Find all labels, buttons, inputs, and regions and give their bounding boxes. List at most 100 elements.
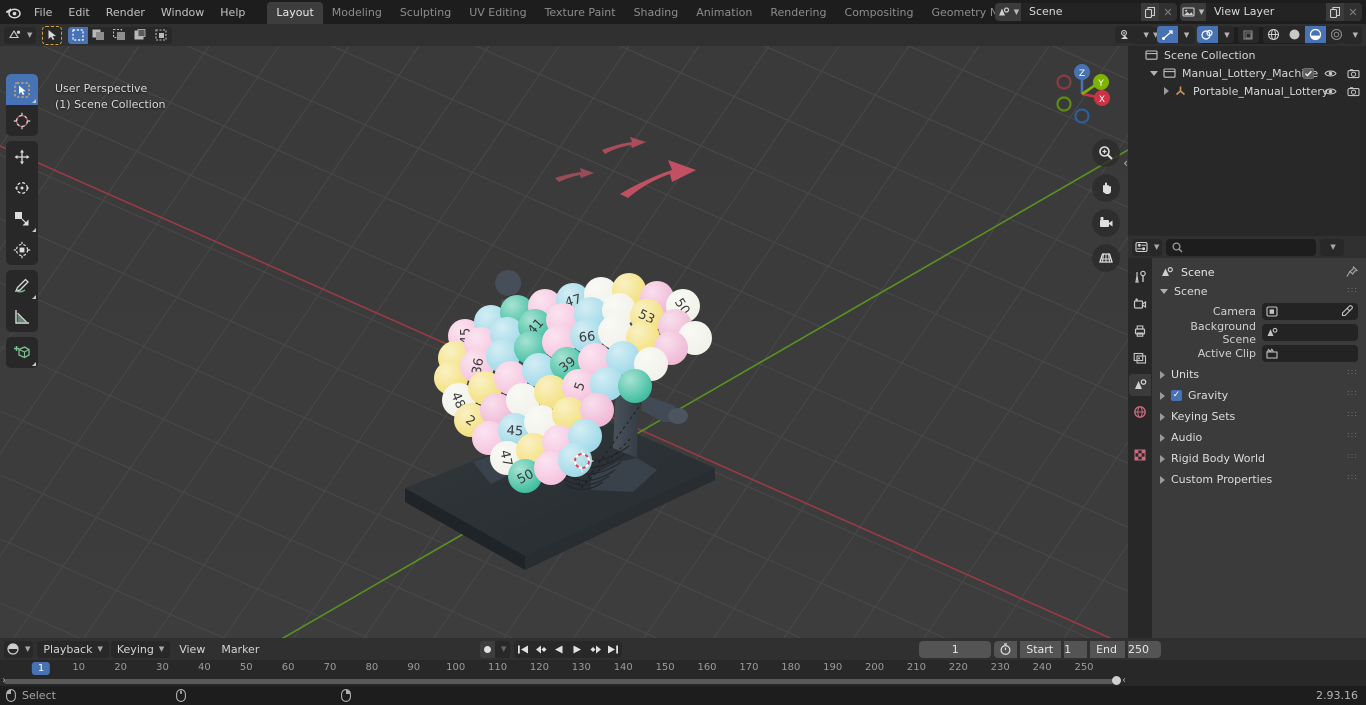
xray-icon[interactable] bbox=[1238, 26, 1259, 43]
menu-help[interactable]: Help bbox=[212, 3, 253, 22]
chevron-right-icon[interactable] bbox=[1160, 433, 1165, 442]
chevron-down-icon[interactable]: ▼ bbox=[1178, 26, 1193, 43]
current-frame-field[interactable]: 1 bbox=[919, 640, 992, 658]
chevron-down-icon[interactable]: ▼ bbox=[1218, 26, 1233, 43]
outliner-editor[interactable]: ▼ ▼ ▼ Scene Collection Manual_Lottery_Mac… bbox=[1128, 24, 1366, 236]
chevron-right-icon[interactable] bbox=[1160, 454, 1165, 463]
panel-checkbox[interactable]: ✓ bbox=[1171, 390, 1182, 401]
blender-logo-icon[interactable] bbox=[0, 0, 26, 24]
eyedropper-icon[interactable] bbox=[1341, 305, 1353, 317]
wireframe-shading-icon[interactable] bbox=[1263, 26, 1284, 43]
tweak-tool[interactable] bbox=[6, 74, 38, 105]
pan-hand-icon[interactable] bbox=[1092, 174, 1120, 202]
workspace-tab-texture-paint[interactable]: Texture Paint bbox=[536, 2, 625, 24]
select-extend-icon[interactable] bbox=[88, 27, 109, 44]
eye-icon[interactable] bbox=[1324, 68, 1337, 79]
xray-group[interactable] bbox=[1237, 26, 1259, 43]
next-keyframe-icon[interactable] bbox=[586, 641, 604, 658]
object-types-visibility-icon[interactable] bbox=[1115, 26, 1137, 43]
gizmo-group[interactable]: ▼ bbox=[1156, 26, 1194, 43]
overlays-group[interactable]: ▼ bbox=[1197, 26, 1234, 43]
object-visibility-group[interactable]: ▼ bbox=[1115, 26, 1153, 43]
menu-edit[interactable]: Edit bbox=[60, 3, 97, 22]
rendered-shading-icon[interactable] bbox=[1326, 26, 1347, 43]
toggle-perspective-icon[interactable] bbox=[1092, 244, 1120, 272]
panel-audio[interactable]: Audio::: bbox=[1152, 427, 1366, 448]
add-cube-tool[interactable] bbox=[6, 337, 38, 368]
shading-modes-group[interactable]: ▼ bbox=[1262, 26, 1362, 43]
unlink-scene-button[interactable]: ✕ bbox=[1159, 3, 1177, 21]
panel-units[interactable]: Units::: bbox=[1152, 364, 1366, 385]
collapse-timeline-icon[interactable]: › bbox=[2, 675, 6, 686]
scene-field-input[interactable] bbox=[1262, 345, 1358, 362]
menu-window[interactable]: Window bbox=[153, 3, 212, 22]
play-reverse-icon[interactable] bbox=[550, 641, 568, 658]
cursor-tool[interactable] bbox=[6, 105, 38, 136]
menu-render[interactable]: Render bbox=[98, 3, 153, 22]
play-icon[interactable] bbox=[568, 641, 586, 658]
record-dot-icon[interactable] bbox=[480, 640, 495, 658]
chevron-down-icon[interactable]: ▼ bbox=[495, 641, 510, 658]
panel-rigid-body-world[interactable]: Rigid Body World::: bbox=[1152, 448, 1366, 469]
panel-scene[interactable]: Scene ::: bbox=[1152, 282, 1366, 301]
outliner-tree[interactable]: Scene Collection Manual_Lottery_Machine Po… bbox=[1128, 46, 1366, 100]
scene-name-field[interactable]: Scene bbox=[1021, 3, 1141, 21]
timeline-menu-view[interactable]: View bbox=[172, 641, 212, 658]
properties-editor[interactable]: ▼ ▼ Scene Scene::: Camera Background Sc… bbox=[1128, 236, 1366, 678]
timeline-scrollbar[interactable] bbox=[4, 679, 1114, 684]
properties-search-input[interactable] bbox=[1166, 238, 1317, 256]
zoom-icon[interactable] bbox=[1092, 139, 1120, 167]
properties-tab-column[interactable] bbox=[1128, 258, 1152, 678]
outliner-row[interactable]: Scene Collection bbox=[1128, 46, 1366, 64]
remove-viewlayer-button[interactable]: ✕ bbox=[1344, 3, 1362, 21]
annotate-tool[interactable] bbox=[6, 270, 38, 301]
render-camera-icon[interactable] bbox=[1129, 293, 1151, 315]
scene-field-input[interactable] bbox=[1262, 324, 1358, 341]
select-invert-icon[interactable] bbox=[130, 27, 151, 44]
checkbox-icon[interactable] bbox=[1303, 67, 1314, 79]
chevron-right-icon[interactable] bbox=[1160, 412, 1165, 421]
navigation-gizmo[interactable]: Z X Y bbox=[1044, 56, 1120, 132]
material-preview-shading-icon[interactable] bbox=[1304, 26, 1326, 43]
scene-icon[interactable]: ▼ bbox=[995, 3, 1021, 21]
workspace-tab-uv-editing[interactable]: UV Editing bbox=[460, 2, 535, 24]
properties-editor-icon[interactable]: ▼ bbox=[1132, 238, 1163, 256]
lottery-machine-model[interactable]: 45475041533666483925454750 bbox=[395, 226, 735, 586]
viewlayer-name-field[interactable]: View Layer bbox=[1206, 3, 1326, 21]
transform-tool[interactable] bbox=[6, 234, 38, 265]
tool-wrench-icon[interactable] bbox=[1129, 266, 1151, 288]
transport-controls[interactable] bbox=[514, 640, 623, 658]
new-viewlayer-button[interactable] bbox=[1326, 3, 1344, 21]
start-frame-value[interactable]: 1 bbox=[1064, 640, 1088, 658]
timeline-editor-icon[interactable]: ▼ bbox=[4, 640, 34, 658]
previous-keyframe-icon[interactable] bbox=[532, 641, 550, 658]
select-set-icon[interactable] bbox=[68, 26, 89, 44]
outliner-row[interactable]: Portable_Manual_Lottery bbox=[1128, 82, 1366, 100]
scene-selector[interactable]: ▼ Scene ✕ bbox=[995, 3, 1177, 21]
world-globe-icon[interactable] bbox=[1129, 401, 1151, 423]
chevron-right-icon[interactable] bbox=[1160, 370, 1165, 379]
timeline-menu-marker[interactable]: Marker bbox=[214, 641, 266, 658]
end-frame-value[interactable]: 250 bbox=[1128, 640, 1161, 658]
viewlayer-selector[interactable]: ▼ View Layer ✕ bbox=[1180, 3, 1362, 21]
menu-file[interactable]: File bbox=[26, 3, 60, 22]
camera-view-icon[interactable] bbox=[1092, 209, 1120, 237]
workspace-tab-layout[interactable]: Layout bbox=[267, 2, 323, 24]
outliner-row[interactable]: Manual_Lottery_Machine bbox=[1128, 64, 1366, 82]
panel-keying-sets[interactable]: Keying Sets::: bbox=[1152, 406, 1366, 427]
chevron-right-icon[interactable] bbox=[1160, 391, 1165, 400]
workspace-tab-shading[interactable]: Shading bbox=[625, 2, 688, 24]
rotate-tool[interactable] bbox=[6, 172, 38, 203]
workspace-tab-rendering[interactable]: Rendering bbox=[761, 2, 835, 24]
chevron-down-icon[interactable]: ▼ bbox=[1347, 26, 1362, 43]
properties-options-button[interactable]: ▼ bbox=[1320, 238, 1344, 256]
workspace-tab-sculpting[interactable]: Sculpting bbox=[391, 2, 460, 24]
timeline-menu-keying[interactable]: Keying ▼ bbox=[110, 640, 171, 658]
3d-viewport[interactable]: 45475041533666483925454750 User Perspect… bbox=[0, 46, 1128, 638]
new-scene-button[interactable] bbox=[1141, 3, 1159, 21]
outliner-row-toggles[interactable] bbox=[1303, 67, 1360, 79]
outliner-row-toggles[interactable] bbox=[1324, 86, 1360, 97]
scene-field-input[interactable] bbox=[1262, 303, 1358, 320]
overlays-icon[interactable] bbox=[1197, 26, 1219, 43]
eye-icon[interactable] bbox=[1324, 86, 1337, 97]
